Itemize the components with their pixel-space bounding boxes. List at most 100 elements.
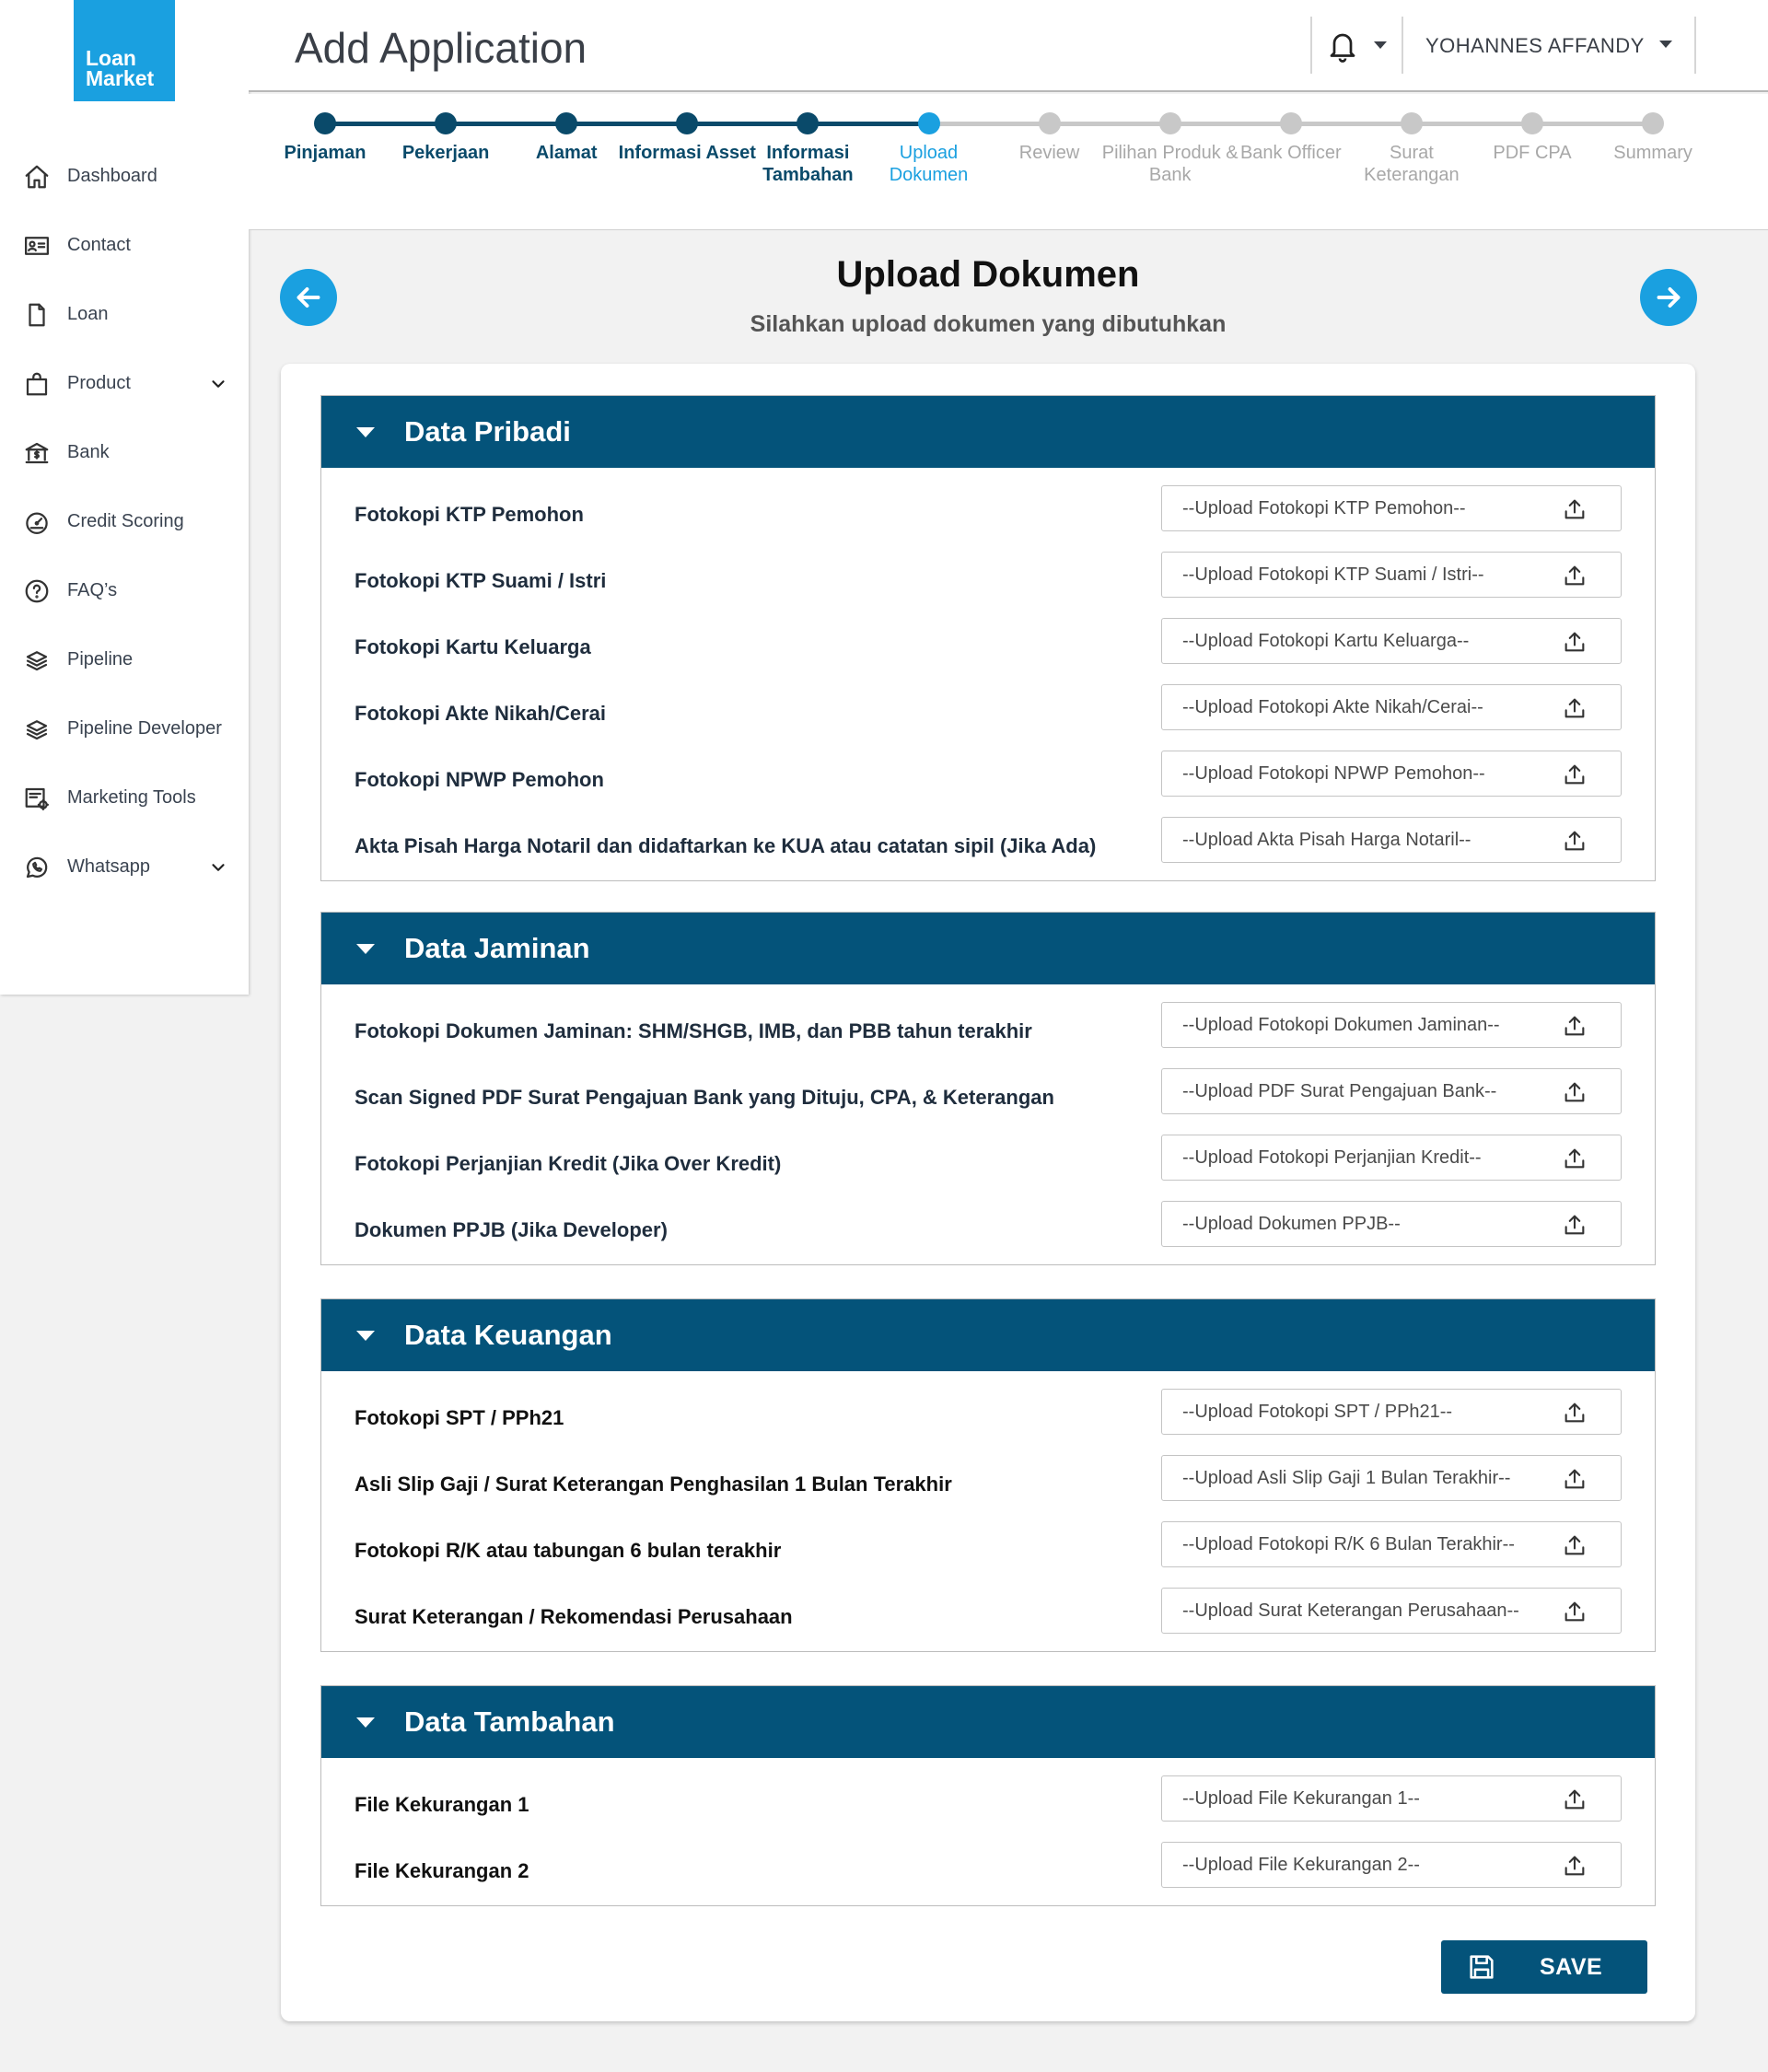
collapse-triangle-icon[interactable] — [356, 426, 375, 437]
collapse-triangle-icon[interactable] — [356, 1330, 375, 1341]
step-surat-keterangan[interactable]: Surat Keterangan — [1343, 112, 1481, 186]
upload-icon[interactable] — [1562, 629, 1588, 655]
loan-market-logo[interactable]: Loan Market — [74, 0, 175, 101]
sidebar-item-label: FAQ’s — [67, 580, 118, 600]
sidebar-item-contact[interactable]: Contact — [0, 211, 249, 280]
bell-icon[interactable] — [1326, 28, 1359, 64]
step-dot — [1400, 112, 1423, 134]
upload-icon[interactable] — [1562, 496, 1588, 522]
step-pilihan-produk-bank[interactable]: Pilihan Produk & Bank — [1101, 112, 1239, 186]
upload-field[interactable]: --Upload Surat Keterangan Perusahaan-- — [1161, 1588, 1622, 1634]
upload-field[interactable]: --Upload Fotokopi SPT / PPh21-- — [1161, 1389, 1622, 1435]
document-label: Fotokopi Perjanjian Kredit (Jika Over Kr… — [355, 1152, 782, 1175]
upload-icon[interactable] — [1562, 1146, 1588, 1171]
upload-icon[interactable] — [1562, 1599, 1588, 1624]
next-step-button[interactable] — [1640, 269, 1697, 326]
upload-field[interactable]: --Upload Fotokopi Perjanjian Kredit-- — [1161, 1135, 1622, 1181]
step-informasi-asset[interactable]: Informasi Asset — [618, 112, 756, 164]
sidebar-item-loan[interactable]: Loan — [0, 280, 249, 349]
step-dot — [314, 112, 336, 134]
step-label: PDF CPA — [1493, 143, 1572, 163]
upload-icon[interactable] — [1562, 1400, 1588, 1426]
group-header[interactable]: Data Pribadi — [321, 396, 1655, 468]
upload-field[interactable]: --Upload Fotokopi KTP Suami / Istri-- — [1161, 552, 1622, 598]
chevron-down-icon[interactable] — [208, 374, 228, 394]
upload-icon[interactable] — [1562, 1013, 1588, 1039]
upload-row: Scan Signed PDF Surat Pengajuan Bank yan… — [321, 1065, 1655, 1132]
step-summary[interactable]: Summary — [1584, 112, 1722, 164]
upload-icon[interactable] — [1562, 1466, 1588, 1492]
upload-field[interactable]: --Upload Fotokopi NPWP Pemohon-- — [1161, 751, 1622, 797]
sidebar-item-marketing-tools[interactable]: Marketing Tools — [0, 763, 249, 832]
document-icon — [22, 300, 52, 330]
upload-field[interactable]: --Upload Fotokopi KTP Pemohon-- — [1161, 485, 1622, 531]
sidebar-item-dashboard[interactable]: Dashboard — [0, 142, 249, 211]
user-dropdown-caret-icon[interactable] — [1659, 41, 1672, 48]
step-review[interactable]: Review — [981, 112, 1119, 164]
upload-field[interactable]: --Upload Dokumen PPJB-- — [1161, 1201, 1622, 1247]
upload-field[interactable]: --Upload Fotokopi Dokumen Jaminan-- — [1161, 1002, 1622, 1048]
upload-icon[interactable] — [1562, 1212, 1588, 1238]
upload-field[interactable]: --Upload Fotokopi R/K 6 Bulan Terakhir-- — [1161, 1521, 1622, 1567]
sidebar-item-whatsapp[interactable]: Whatsapp — [0, 832, 249, 902]
upload-icon[interactable] — [1562, 1532, 1588, 1558]
sidebar-item-credit-scoring[interactable]: Credit Scoring — [0, 487, 249, 556]
sidebar-item-bank[interactable]: Bank — [0, 418, 249, 487]
group-rows: Fotokopi KTP Pemohon --Upload Fotokopi KT… — [321, 468, 1655, 880]
upload-field[interactable]: --Upload File Kekurangan 1-- — [1161, 1775, 1622, 1822]
sidebar-item-label: Product — [67, 373, 131, 393]
step-informasi-tambahan[interactable]: Informasi Tambahan — [739, 112, 877, 186]
chevron-down-icon[interactable] — [208, 857, 228, 878]
step-pdf-cpa[interactable]: PDF CPA — [1463, 112, 1601, 164]
upload-icon[interactable] — [1562, 695, 1588, 721]
step-alamat[interactable]: Alamat — [497, 112, 635, 164]
upload-icon[interactable] — [1562, 1853, 1588, 1879]
upload-row: Akta Pisah Harga Notaril dan didaftarkan… — [321, 814, 1655, 880]
sidebar-item-faq-s[interactable]: FAQ’s — [0, 556, 249, 625]
upload-field[interactable]: --Upload Asli Slip Gaji 1 Bulan Terakhir… — [1161, 1455, 1622, 1501]
step-bank-officer[interactable]: Bank Officer — [1222, 112, 1360, 164]
upload-field[interactable]: --Upload Akta Pisah Harga Notaril-- — [1161, 817, 1622, 863]
sidebar-item-pipeline-developer[interactable]: Pipeline Developer — [0, 694, 249, 763]
group-header[interactable]: Data Tambahan — [321, 1686, 1655, 1758]
save-button[interactable]: SAVE — [1441, 1940, 1647, 1994]
document-label: File Kekurangan 1 — [355, 1793, 529, 1816]
upload-card: Data Pribadi Fotokopi KTP Pemohon --Upload… — [281, 364, 1695, 2021]
previous-step-button[interactable] — [280, 269, 337, 326]
step-dot — [435, 112, 458, 134]
group-rows: File Kekurangan 1 --Upload File Kekuranga… — [321, 1758, 1655, 1905]
bank-icon — [22, 438, 52, 468]
upload-icon[interactable] — [1562, 563, 1588, 588]
group-header[interactable]: Data Jaminan — [321, 913, 1655, 984]
upload-icon[interactable] — [1562, 762, 1588, 787]
group-header[interactable]: Data Keuangan — [321, 1299, 1655, 1371]
document-label: Surat Keterangan / Rekomendasi Perusahaa… — [355, 1605, 793, 1628]
upload-icon[interactable] — [1562, 1079, 1588, 1105]
collapse-triangle-icon[interactable] — [356, 943, 375, 954]
upload-icon[interactable] — [1562, 828, 1588, 854]
upload-field[interactable]: --Upload PDF Surat Pengajuan Bank-- — [1161, 1068, 1622, 1114]
document-label: Akta Pisah Harga Notaril dan didaftarkan… — [355, 834, 1097, 857]
upload-field[interactable]: --Upload File Kekurangan 2-- — [1161, 1842, 1622, 1888]
upload-field[interactable]: --Upload Fotokopi Akte Nikah/Cerai-- — [1161, 684, 1622, 730]
logo-line-2: Market — [86, 66, 155, 90]
sidebar-item-pipeline[interactable]: Pipeline — [0, 625, 249, 694]
sidebar-item-product[interactable]: Product — [0, 349, 249, 418]
document-label: Fotokopi R/K atau tabungan 6 bulan terak… — [355, 1539, 782, 1562]
group-data-keuangan: Data Keuangan Fotokopi SPT / PPh21 --Uploa… — [320, 1298, 1656, 1652]
section-title: Upload Dokumen — [836, 254, 1140, 295]
upload-icon[interactable] — [1562, 1787, 1588, 1812]
sidebar-item-label: Loan — [67, 304, 109, 324]
upload-field[interactable]: --Upload Fotokopi Kartu Keluarga-- — [1161, 618, 1622, 664]
home-icon — [22, 162, 52, 192]
group-data-jaminan: Data Jaminan Fotokopi Dokumen Jaminan: SH… — [320, 912, 1656, 1265]
sidebar: Loan Market Dashboard Contact Loan Product B… — [0, 0, 249, 995]
collapse-triangle-icon[interactable] — [356, 1717, 375, 1728]
sidebar-item-label: Contact — [67, 235, 131, 255]
step-pekerjaan[interactable]: Pekerjaan — [377, 112, 515, 164]
step-pinjaman[interactable]: Pinjaman — [256, 112, 394, 164]
step-upload-dokumen[interactable]: Upload Dokumen — [860, 112, 998, 186]
notification-dropdown-caret-icon[interactable] — [1374, 41, 1387, 49]
header-divider — [1402, 17, 1403, 74]
user-menu[interactable]: YOHANNES AFFANDY — [1425, 34, 1645, 58]
